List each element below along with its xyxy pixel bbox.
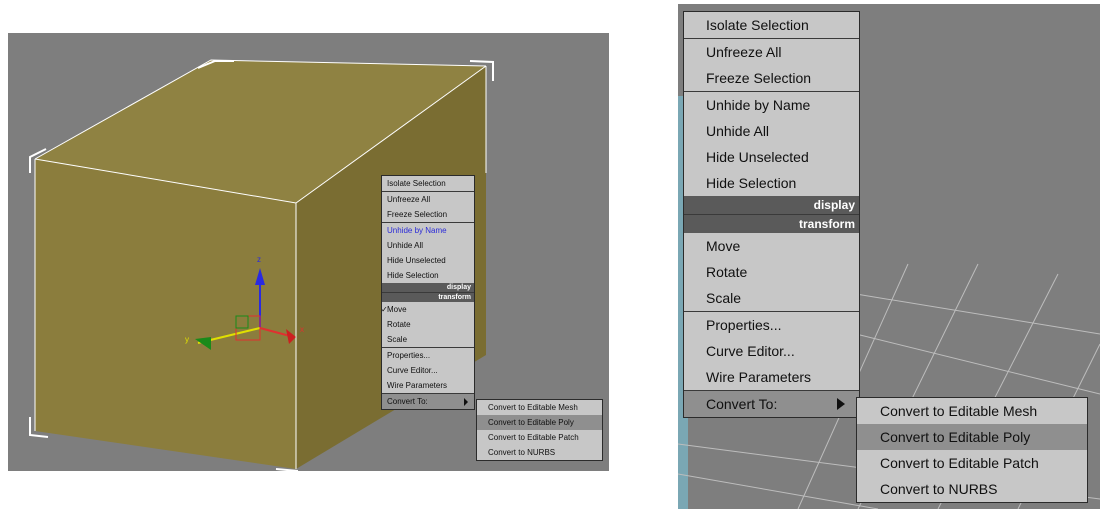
menu-item-convert-to[interactable]: Convert To: — [684, 390, 859, 417]
menu-item-properties[interactable]: Properties... — [684, 311, 859, 338]
box-front-face — [35, 159, 296, 469]
menu-item-unhide-all[interactable]: Unhide All — [382, 238, 474, 253]
menu-item-isolate-selection[interactable]: Isolate Selection — [382, 176, 474, 191]
submenu-item-editable-patch[interactable]: Convert to Editable Patch — [857, 450, 1087, 476]
quad-menu-zoomed: Isolate Selection Unfreeze All Freeze Se… — [683, 11, 860, 418]
convert-to-label: Convert To: — [706, 396, 778, 412]
gizmo-x-label: x — [300, 325, 304, 334]
gizmo-y-label: y — [185, 335, 189, 344]
menu-item-unhide-by-name[interactable]: Unhide by Name — [684, 91, 859, 118]
convert-submenu: Convert to Editable Mesh Convert to Edit… — [476, 399, 603, 461]
menu-item-curve-editor[interactable]: Curve Editor... — [382, 363, 474, 378]
submenu-item-editable-mesh[interactable]: Convert to Editable Mesh — [857, 398, 1087, 424]
menu-item-convert-to[interactable]: Convert To: — [382, 393, 474, 409]
submenu-item-editable-poly[interactable]: Convert to Editable Poly — [477, 415, 602, 430]
submenu-item-editable-poly[interactable]: Convert to Editable Poly — [857, 424, 1087, 450]
menu-item-isolate-selection[interactable]: Isolate Selection — [684, 12, 859, 38]
menu-item-hide-selection[interactable]: Hide Selection — [684, 170, 859, 196]
submenu-arrow-icon — [837, 398, 845, 410]
quad-menu: Isolate Selection Unfreeze All Freeze Se… — [381, 175, 475, 410]
menu-item-hide-unselected[interactable]: Hide Unselected — [684, 144, 859, 170]
menu-item-hide-unselected[interactable]: Hide Unselected — [382, 253, 474, 268]
menu-item-move[interactable]: Move — [684, 233, 859, 259]
menu-item-curve-editor[interactable]: Curve Editor... — [684, 338, 859, 364]
menu-item-unhide-by-name[interactable]: Unhide by Name — [382, 222, 474, 238]
menu-item-properties[interactable]: Properties... — [382, 347, 474, 363]
menu-item-freeze-selection[interactable]: Freeze Selection — [382, 207, 474, 222]
menu-item-freeze-selection[interactable]: Freeze Selection — [684, 65, 859, 91]
convert-submenu-zoomed: Convert to Editable Mesh Convert to Edit… — [856, 397, 1088, 503]
right-viewport-zoomed[interactable]: Isolate Selection Unfreeze All Freeze Se… — [678, 4, 1100, 509]
menu-item-rotate[interactable]: Rotate — [684, 259, 859, 285]
menu-header-display: display — [382, 283, 474, 292]
menu-header-display: display — [684, 196, 859, 214]
submenu-arrow-icon — [464, 398, 468, 406]
submenu-item-nurbs[interactable]: Convert to NURBS — [857, 476, 1087, 502]
menu-header-transform: transform — [684, 214, 859, 233]
menu-item-scale[interactable]: Scale — [684, 285, 859, 311]
menu-item-unhide-all[interactable]: Unhide All — [684, 118, 859, 144]
menu-item-unfreeze-all[interactable]: Unfreeze All — [382, 191, 474, 207]
menu-item-rotate[interactable]: Rotate — [382, 317, 474, 332]
menu-item-scale[interactable]: Scale — [382, 332, 474, 347]
menu-item-move[interactable]: Move — [381, 302, 474, 317]
menu-item-wire-parameters[interactable]: Wire Parameters — [684, 364, 859, 390]
submenu-item-editable-mesh[interactable]: Convert to Editable Mesh — [477, 400, 602, 415]
submenu-item-nurbs[interactable]: Convert to NURBS — [477, 445, 602, 460]
submenu-item-editable-patch[interactable]: Convert to Editable Patch — [477, 430, 602, 445]
menu-header-transform: transform — [382, 292, 474, 302]
menu-item-wire-parameters[interactable]: Wire Parameters — [382, 378, 474, 393]
menu-item-hide-selection[interactable]: Hide Selection — [382, 268, 474, 283]
gizmo-z-label: z — [257, 255, 261, 264]
left-viewport[interactable]: z y x Isolate Selection Unfreeze All Fre… — [8, 33, 609, 471]
convert-to-label: Convert To: — [387, 397, 428, 406]
menu-item-unfreeze-all[interactable]: Unfreeze All — [684, 38, 859, 65]
